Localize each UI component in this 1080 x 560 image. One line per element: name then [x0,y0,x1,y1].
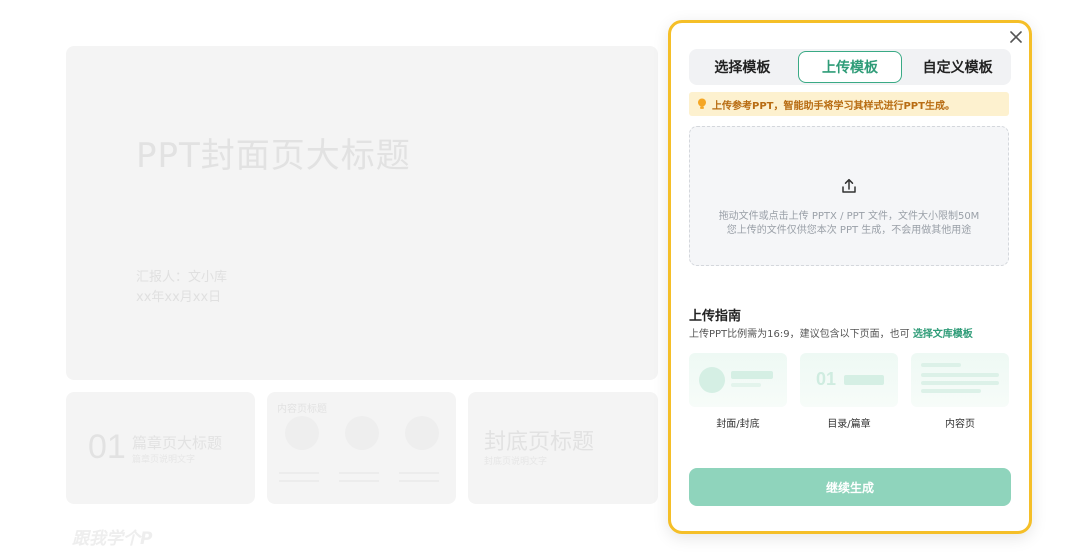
chapter-title: 篇章页大标题 [132,434,223,452]
watermark-logo: 跟我学个P [72,529,153,549]
tab-custom-template[interactable]: 自定义模板 [906,51,1009,83]
sample-shape [921,389,981,393]
file-dropzone[interactable]: 拖动文件或点击上传 PPTX / PPT 文件，文件大小限制50M 您上传的文件… [689,126,1009,266]
cover-reporter: 汇报人：文小库 [136,270,228,285]
tab-upload-template[interactable]: 上传模板 [797,51,903,83]
upload-guide-title: 上传指南 [689,309,742,324]
sample-label-toc: 目录/篇章 [827,419,871,430]
chapter-slide-thumb: 01 篇章页大标题 篇章页说明文字 [66,392,255,504]
tab-select-template[interactable]: 选择模板 [691,51,794,83]
chapter-number: 01 [88,428,126,466]
content-line [399,480,439,482]
upload-icon [840,177,858,199]
cover-date: xx年xx月xx日 [136,290,222,305]
continue-generate-button[interactable]: 继续生成 [689,468,1011,506]
content-circle [405,416,439,450]
bulb-icon [697,98,707,110]
content-circle [285,416,319,450]
back-cover-subtitle: 封底页说明文字 [484,457,548,467]
tip-text: 上传参考PPT，智能助手将学习其样式进行PPT生成。 [712,100,955,112]
sample-number: 01 [816,369,837,389]
upload-template-modal: 选择模板 上传模板 自定义模板 上传参考PPT，智能助手将学习其样式进行PPT生… [668,20,1032,534]
content-line [279,472,319,474]
content-circle [345,416,379,450]
sample-shape [699,367,725,393]
cover-title: PPT封面页大标题 [136,136,411,176]
sample-shape [731,371,773,379]
select-library-template-link[interactable]: 选择文库模板 [913,329,973,340]
content-slide-thumb: 内容页标题 [267,392,456,504]
content-line [279,480,319,482]
chapter-subtitle: 篇章页说明文字 [132,455,196,465]
close-button[interactable] [1005,27,1027,49]
sample-shape [731,383,761,387]
content-line [399,472,439,474]
sample-label-cover: 封面/封底 [716,419,760,430]
back-cover-title: 封底页标题 [484,430,595,455]
dropzone-instruction: 拖动文件或点击上传 PPTX / PPT 文件，文件大小限制50M [718,211,980,222]
sample-cover-page [689,353,787,407]
back-cover-slide-thumb: 封底页标题 封底页说明文字 [468,392,658,504]
content-title: 内容页标题 [277,404,327,415]
sample-label-content: 内容页 [945,419,975,430]
sample-shape [844,375,884,385]
sample-content-page [911,353,1009,407]
template-tabs: 选择模板 上传模板 自定义模板 [689,49,1011,85]
sample-shape [921,363,961,367]
dropzone-privacy-note: 您上传的文件仅供您本次 PPT 生成，不会用做其他用途 [726,225,972,236]
sample-shape [921,381,999,385]
cover-slide-preview: PPT封面页大标题 汇报人：文小库 xx年xx月xx日 [66,46,658,380]
sample-shape [921,373,999,377]
upload-guide-description: 上传PPT比例需为16:9，建议包含以下页面，也可 选择文库模板 [689,325,973,340]
content-line [339,480,379,482]
close-icon [1009,29,1023,48]
guide-desc-text: 上传PPT比例需为16:9，建议包含以下页面，也可 [689,329,910,340]
content-line [339,472,379,474]
sample-toc-page: 01 [800,353,898,407]
upload-tip-banner: 上传参考PPT，智能助手将学习其样式进行PPT生成。 [689,92,1009,116]
